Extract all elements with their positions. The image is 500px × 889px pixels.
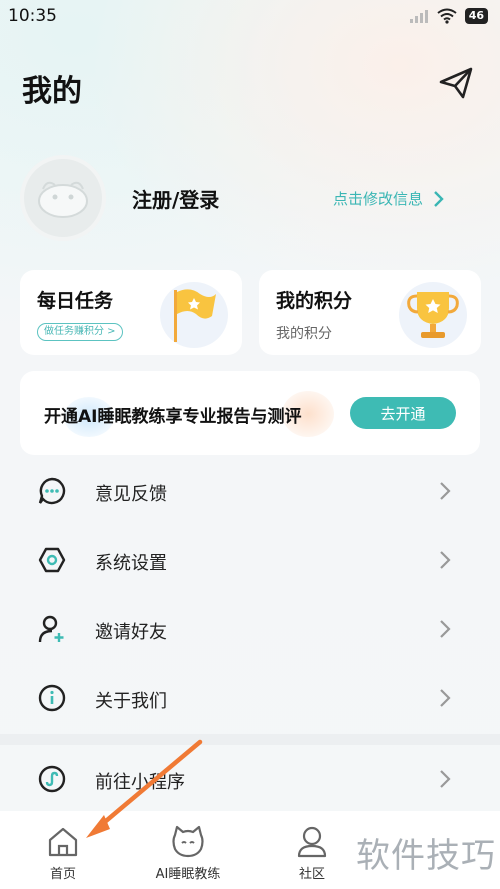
status-bar: 10:35 46 [0, 0, 500, 34]
info-icon [38, 684, 66, 712]
points-card[interactable]: 我的积分 我的积分 [259, 270, 481, 355]
menu-label-settings: 系统设置 [95, 553, 167, 574]
tab-ai-coach-label: AI睡眠教练 [155, 867, 221, 882]
avatar-placeholder-icon [38, 181, 88, 218]
menu-item-mini-program[interactable]: 前往小程序 [0, 746, 500, 812]
earn-points-tag[interactable]: 做任务赚积分 > [37, 323, 123, 341]
menu-item-settings[interactable]: 系统设置 [0, 527, 500, 593]
chat-bubble-icon [38, 477, 66, 505]
chevron-right-icon [440, 689, 451, 707]
chevron-right-icon [440, 482, 451, 500]
signal-icon [409, 10, 428, 23]
watermark-text: 软件技巧 [356, 836, 496, 876]
section-divider [0, 734, 500, 745]
activate-button[interactable]: 去开通 [350, 397, 456, 429]
chevron-right-icon [440, 620, 451, 638]
person-icon [297, 826, 327, 858]
send-icon[interactable] [438, 66, 474, 100]
menu-label-invite: 邀请好友 [95, 622, 167, 643]
battery-icon: 46 [464, 8, 488, 24]
tab-home[interactable]: 首页 [8, 811, 118, 889]
flag-icon [174, 289, 216, 342]
chevron-right-icon [440, 551, 451, 569]
menu-item-feedback[interactable]: 意见反馈 [0, 458, 500, 524]
status-time: 10:35 [8, 6, 57, 26]
menu-label-feedback: 意见反馈 [95, 484, 167, 505]
trophy-icon [407, 292, 459, 338]
promo-text: 开通AI睡眠教练享专业报告与测评 [44, 407, 302, 427]
status-icons: 46 [409, 8, 488, 24]
chevron-right-icon [440, 770, 451, 788]
menu-item-invite[interactable]: 邀请好友 [0, 596, 500, 662]
tab-home-label: 首页 [49, 867, 76, 882]
trophy-illustration [399, 282, 467, 348]
page-title: 我的 [22, 74, 82, 109]
tab-community[interactable]: 社区 [257, 811, 367, 889]
points-title: 我的积分 [276, 290, 353, 312]
chevron-right-icon [434, 190, 444, 207]
add-user-icon [38, 615, 64, 643]
edit-profile-link[interactable]: 点击修改信息 [333, 188, 445, 209]
avatar[interactable] [20, 155, 106, 241]
ai-coach-promo-banner: 开通AI睡眠教练享专业报告与测评 去开通 [20, 371, 480, 455]
menu-label-mini-program: 前往小程序 [95, 772, 185, 793]
login-register-link[interactable]: 注册/登录 [132, 184, 219, 213]
cat-face-icon [172, 825, 204, 858]
daily-task-card[interactable]: 每日任务 做任务赚积分 > [20, 270, 242, 355]
menu-label-about: 关于我们 [95, 691, 167, 712]
wifi-icon [437, 8, 457, 24]
menu-item-about[interactable]: 关于我们 [0, 665, 500, 731]
edit-profile-label: 点击修改信息 [333, 190, 424, 208]
tab-community-label: 社区 [298, 867, 325, 882]
home-icon [48, 827, 78, 857]
points-subtitle: 我的积分 [276, 326, 332, 342]
tab-ai-coach[interactable]: AI睡眠教练 [133, 811, 243, 889]
flag-illustration [160, 282, 228, 348]
gear-icon [38, 547, 66, 573]
mini-program-icon [38, 765, 66, 793]
daily-task-title: 每日任务 [37, 290, 114, 312]
